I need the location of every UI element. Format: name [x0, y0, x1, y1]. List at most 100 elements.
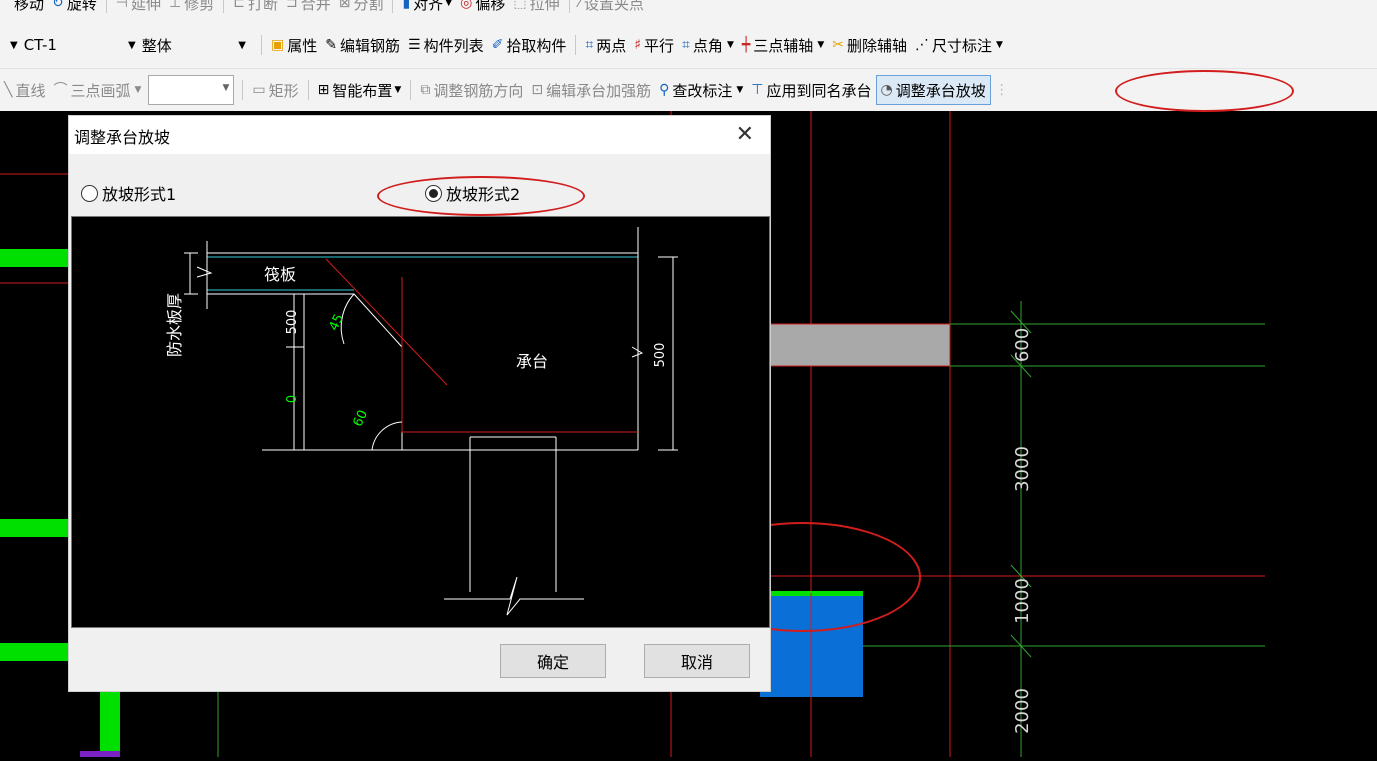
separator	[242, 80, 244, 100]
list-icon: ☰	[408, 37, 421, 53]
adjust-slope-button[interactable]: ◔ 调整承台放坡	[875, 75, 991, 105]
extend-icon: ⊣	[115, 0, 128, 11]
extend-button[interactable]: ⊣ 延伸	[112, 0, 165, 15]
chevron-down-icon: ▼	[445, 0, 453, 8]
waterproof-label: 防水板厚	[165, 293, 184, 357]
chevron-down-icon: ▼	[134, 85, 142, 95]
properties-icon: ▣	[271, 37, 285, 53]
chevron-down-icon: ▼	[736, 85, 744, 95]
component-combo-value: CT-1	[23, 36, 57, 54]
merge-label: 合并	[300, 0, 331, 13]
break-button[interactable]: ⊏ 打断	[229, 0, 282, 15]
two-points-button[interactable]: ⌗ 两点	[581, 33, 630, 57]
trim-button[interactable]: ⊥ 修剪	[165, 0, 218, 15]
properties-button[interactable]: ▣ 属性	[267, 33, 321, 57]
scope-combo[interactable]: ▼ 整体 ▼	[118, 32, 256, 58]
chevron-down-icon: ▼	[726, 40, 734, 50]
slope-icon: ◔	[880, 82, 893, 98]
dim-500-left: 500	[285, 310, 300, 335]
three-point-axis-icon: ┿	[741, 37, 751, 53]
green-wall	[0, 249, 68, 267]
green-wall	[100, 690, 120, 757]
chevron-down-icon: ▼	[10, 39, 18, 51]
dim-label: 2000	[1012, 688, 1033, 734]
align-icon: ▮	[402, 0, 411, 11]
offset-button[interactable]: ◎ 偏移	[456, 0, 509, 15]
chevron-down-icon: ▼	[222, 83, 230, 93]
eraser-icon: ✂	[832, 37, 844, 53]
break-symbol	[631, 346, 644, 358]
break-symbol	[196, 266, 213, 278]
grip-button[interactable]: ⁄ 设置夹点	[575, 0, 648, 15]
chevron-down-icon: ▼	[996, 40, 1003, 50]
stretch-button[interactable]: ⬚ 拉伸	[509, 0, 563, 15]
rectangle-button[interactable]: ▭ 矩形	[248, 78, 302, 102]
break-label: 打断	[247, 0, 278, 13]
offset-label: 偏移	[475, 0, 506, 13]
point-angle-icon: ⌗	[682, 37, 690, 53]
rotate-button[interactable]: ↻ 旋转	[48, 0, 101, 15]
check-annotation-button[interactable]: ⚲ 查改标注 ▼	[655, 78, 747, 102]
pencil-icon: ✎	[325, 37, 337, 53]
pick-component-label: 拾取构件	[506, 36, 567, 55]
merge-button[interactable]: ⊐ 合并	[282, 0, 335, 15]
separator	[392, 0, 394, 13]
smart-layout-button[interactable]: ⊞ 智能布置 ▼	[314, 78, 406, 102]
dialog-titlebar: 调整承台放坡 ✕	[69, 116, 770, 154]
adjust-rebar-direction-button[interactable]: ⧉ 调整钢筋方向	[416, 78, 527, 102]
extend-label: 延伸	[130, 0, 161, 13]
chevron-down-icon: ▼	[238, 39, 246, 51]
line-button[interactable]: ╲ 直线	[0, 78, 49, 102]
properties-label: 属性	[287, 36, 318, 55]
point-angle-label: 点角	[692, 36, 723, 55]
cap-rebar-icon: ⊡	[531, 82, 544, 98]
scope-combo-value: 整体	[141, 36, 172, 55]
delete-axis-button[interactable]: ✂ 删除辅轴	[828, 33, 911, 57]
apply-icon: ⊤	[751, 82, 764, 98]
split-button[interactable]: ⊠ 分割	[335, 0, 388, 15]
point-angle-button[interactable]: ⌗ 点角 ▼	[678, 33, 738, 57]
move-button[interactable]: 移动	[10, 0, 48, 15]
delete-axis-label: 删除辅轴	[846, 36, 907, 55]
component-combo[interactable]: ▼ CT-1	[0, 32, 118, 58]
align-button[interactable]: ▮ 对齐 ▼	[398, 0, 456, 15]
separator	[261, 35, 262, 55]
pick-component-button[interactable]: ✐ 拾取构件	[488, 33, 571, 57]
green-wall	[0, 519, 68, 537]
adjust-slope-label: 调整承台放坡	[895, 81, 986, 100]
parallel-button[interactable]: ♯ 平行	[630, 33, 678, 57]
grey-beam	[768, 323, 951, 367]
edit-cap-rebar-button[interactable]: ⊡ 编辑承台加强筋	[527, 78, 655, 102]
close-icon[interactable]: ✕	[736, 122, 754, 147]
check-annotation-icon: ⚲	[659, 82, 670, 98]
chevron-down-icon: ▼	[128, 39, 136, 51]
two-points-label: 两点	[596, 36, 627, 55]
slope-diagram-svg: 筏板 承台 防水板厚 500 0 45 60 500	[165, 227, 678, 616]
trim-icon: ⊥	[168, 0, 182, 11]
component-list-button[interactable]: ☰ 构件列表	[404, 33, 488, 57]
edit-rebar-button[interactable]: ✎ 编辑钢筋	[321, 33, 404, 57]
component-list-label: 构件列表	[423, 36, 484, 55]
merge-icon: ⊐	[285, 0, 298, 11]
dimension-button[interactable]: ⋰ 尺寸标注 ▼	[911, 33, 1007, 57]
cancel-button[interactable]: 取消	[644, 644, 750, 678]
ok-button[interactable]: 确定	[500, 644, 606, 678]
rectangle-label: 矩形	[268, 81, 299, 100]
separator	[307, 80, 309, 100]
arc-button[interactable]: ⌒ 三点画弧 ▼	[49, 78, 145, 102]
radio-option1[interactable]: 放坡形式1	[81, 181, 176, 205]
dimension-label: 尺寸标注	[931, 36, 992, 55]
rectangle-icon: ▭	[252, 82, 266, 98]
grip-icon: ⁄	[578, 0, 581, 11]
shape-combo[interactable]: ▼	[148, 75, 235, 105]
rotate-label: 旋转	[66, 0, 97, 13]
apply-same-name-button[interactable]: ⊤ 应用到同名承台	[747, 78, 875, 102]
check-annotation-label: 查改标注	[672, 81, 733, 100]
eyedropper-icon: ✐	[491, 37, 504, 53]
highlight-ellipse	[377, 176, 585, 216]
separator	[410, 80, 412, 100]
three-point-axis-button[interactable]: ┿ 三点辅轴 ▼	[738, 33, 828, 57]
slope-preview-diagram: 筏板 承台 防水板厚 500 0 45 60 500	[71, 216, 770, 628]
adjust-slope-dialog: 调整承台放坡 ✕ 放坡形式1 放坡形式2 筏板 承台 防水板厚 500 0 45…	[68, 115, 771, 692]
edit-cap-rebar-label: 编辑承台加强筋	[546, 81, 652, 100]
